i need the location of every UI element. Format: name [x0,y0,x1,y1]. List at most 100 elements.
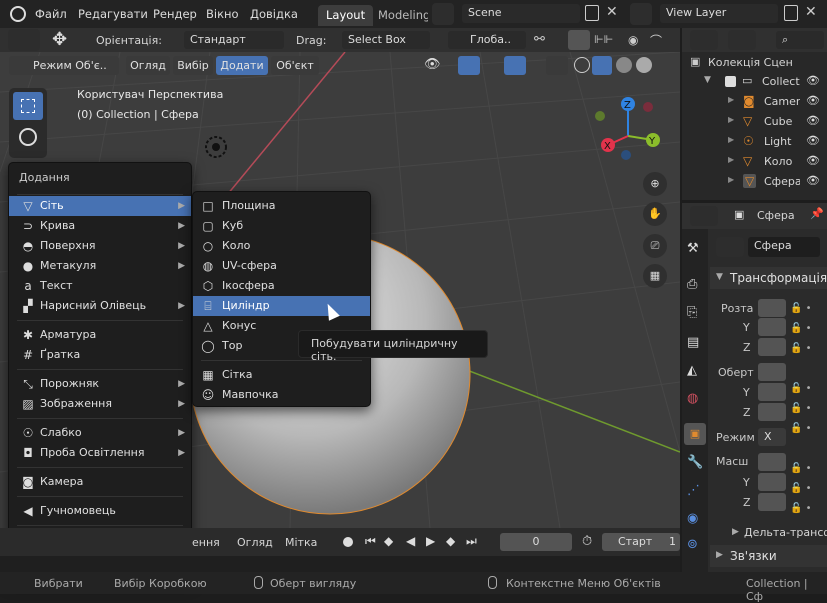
overlay-toggle-icon[interactable] [504,56,526,75]
mesh-submenu-item[interactable]: ▦ Сітка [193,365,370,385]
drag-dropdown[interactable]: Select Box [342,31,430,49]
transform-panel-header[interactable]: ▼ Трансформація [710,267,827,289]
add-menu-item[interactable]: ✱ Арматура [9,325,191,345]
rotation-y-field[interactable] [758,383,786,401]
eye-icon[interactable]: 👁 [806,94,820,107]
view-layer-field[interactable]: View Layer [660,4,778,23]
add-menu-item[interactable]: a Текст [9,276,191,296]
menu-help[interactable]: Довідка [250,7,298,21]
location-x-field[interactable] [758,299,786,317]
camera-view-icon[interactable]: ⎚ [643,234,667,258]
expand-arrow-icon[interactable]: ▶ [728,135,734,144]
snap-icon[interactable] [568,30,590,50]
add-menu-item[interactable]: ☉ Слабко ▶ [9,423,191,443]
delta-transform-panel[interactable]: ▶ Дельта-трансф [710,523,827,543]
location-y-field[interactable] [758,318,786,336]
add-menu-item[interactable]: ▽ Сіть ▶ [9,196,191,216]
play-icon[interactable]: ▶ [426,534,435,548]
mesh-submenu-item[interactable]: ☺ Мавпочка [193,385,370,405]
outliner-collection-row[interactable]: ▼ ▭ Collect 👁 [682,73,827,91]
add-menu-item[interactable]: ⊃ Крива ▶ [9,216,191,236]
object-tab-icon[interactable]: ▣ [684,423,706,445]
expand-arrow-icon[interactable]: ▶ [728,95,734,104]
scale-x-field[interactable] [758,453,786,471]
outliner-search[interactable]: ⌕ [776,31,824,49]
object-name-field[interactable]: Сфера [748,237,820,257]
add-menu-item[interactable]: ◀ Гучномовець [9,501,191,521]
rotation-z-field[interactable] [758,403,786,421]
mesh-submenu-item[interactable]: ⬡ Ікосфера [193,276,370,296]
solid-shading-icon[interactable] [592,56,612,75]
timeline-marker-menu[interactable]: Мітка [285,536,317,549]
record-icon[interactable] [343,537,353,547]
ortho-grid-icon[interactable]: ▦ [643,264,667,288]
add-menu-item[interactable]: ◓ Поверхня ▶ [9,236,191,256]
object-type-dropdown[interactable] [716,237,744,257]
tool-tab-icon[interactable]: ⚒ [687,241,699,256]
timeline-view-menu[interactable]: Огляд [237,536,273,549]
material-shading-icon[interactable] [616,57,632,73]
xray-icon[interactable] [546,56,568,75]
eye-icon[interactable]: 👁 [806,154,820,167]
pin-icon[interactable]: 📌 [810,207,824,220]
output-tab-icon[interactable]: ⎘ [687,305,697,320]
orientation-dropdown[interactable]: Стандарт [184,31,284,49]
outliner-object-row[interactable]: ▶ ▽ Коло 👁 [682,153,827,171]
outliner-display-icon[interactable] [690,30,718,50]
menu-file[interactable]: Файл [35,7,67,21]
expand-arrow-icon[interactable]: ▶ [728,175,734,184]
timeline-scrub[interactable] [0,556,680,572]
physics-tab-icon[interactable]: ◉ [687,511,698,526]
next-key-icon[interactable]: ◆ [446,534,455,548]
scale-z-field[interactable] [758,493,786,511]
modifier-tab-icon[interactable]: 🔧 [687,455,703,470]
expand-arrow-icon[interactable]: ▼ [704,75,711,85]
prev-key-icon[interactable]: ◆ [384,534,393,548]
jump-start-icon[interactable]: ⏮ [365,534,376,549]
menu-object[interactable]: Об'єкт [271,56,319,75]
close-scene-icon[interactable]: ✕ [606,4,618,20]
pan-hand-icon[interactable]: ✋ [643,202,667,226]
mesh-submenu-item[interactable]: ⌸ Циліндр [193,296,370,316]
outliner-root-row[interactable]: ▣ Колекція Сцен [682,54,827,72]
blender-logo-icon[interactable] [10,6,26,22]
wireframe-shading-icon[interactable] [574,57,590,73]
tab-modeling[interactable]: Modeling [370,5,428,26]
scale-y-field[interactable] [758,473,786,491]
render-tab-icon[interactable]: ⎙ [687,277,697,292]
jump-end-icon[interactable]: ⏭ [466,534,477,549]
mesh-submenu-item[interactable]: ◍ UV-сфера [193,256,370,276]
transform-space-dropdown[interactable]: Глоба.. [448,31,526,49]
outliner-filter-icon[interactable] [728,30,756,50]
snap-target-icon[interactable]: ⊩⊩ [594,33,613,46]
menu-select[interactable]: Вибір [173,56,213,75]
menu-render[interactable]: Рендер [153,7,197,21]
constraints-tab-icon[interactable]: ⊚ [687,537,698,552]
tool-icon[interactable] [8,29,40,51]
play-reverse-icon[interactable]: ◀ [406,534,415,548]
tab-layout[interactable]: Layout [318,5,374,26]
zoom-icon[interactable]: ⊕ [643,172,667,196]
menu-edit[interactable]: Редагувати [78,7,148,21]
proportional-edit-icon[interactable]: ◉ [628,33,638,47]
mesh-submenu-item[interactable]: ▢ Куб [193,216,370,236]
mode-dropdown[interactable]: Режим Об'є.. [9,56,119,75]
properties-editor-type-icon[interactable] [690,206,718,226]
playback-dropdown[interactable]: ення [192,536,220,549]
select-box-tool-icon[interactable] [13,92,43,120]
world-tab-icon[interactable]: ◍ [687,391,698,406]
add-menu-item[interactable]: ◘ Проба Освітлення ▶ [9,443,191,463]
gizmo-toggle-icon[interactable] [458,56,480,75]
rotation-x-field[interactable] [758,363,786,381]
view-layer-tab-icon[interactable]: ▤ [687,335,699,350]
visibility-icon[interactable]: 👁 [424,57,441,72]
close-view-layer-icon[interactable]: ✕ [805,4,817,20]
scene-field[interactable]: Scene [462,4,580,23]
add-menu-item[interactable]: ▨ Зображення ▶ [9,394,191,414]
location-z-field[interactable] [758,338,786,356]
pivot-icon[interactable]: ⚯ [534,32,545,47]
mesh-submenu-item[interactable]: ○ Коло [193,236,370,256]
outliner-object-row[interactable]: ▶ ◙ Camer 👁 [682,93,827,111]
checkbox-icon[interactable] [725,76,736,87]
eye-icon[interactable]: 👁 [806,174,820,187]
